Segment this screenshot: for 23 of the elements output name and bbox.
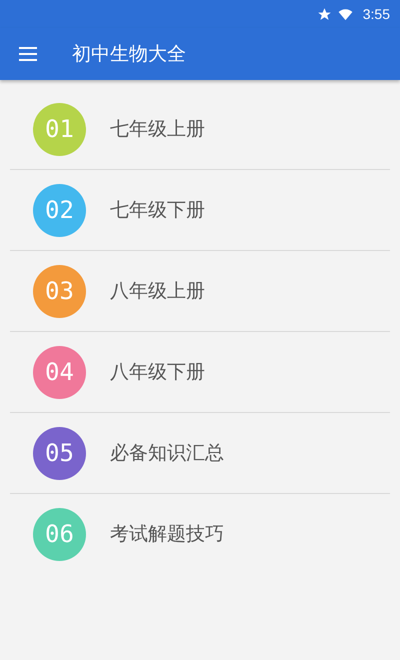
- item-label: 七年级上册: [110, 117, 205, 142]
- number-badge: 01: [33, 102, 86, 156]
- number-badge: 02: [33, 184, 86, 236]
- item-label: 八年级上册: [110, 279, 205, 304]
- number-badge: 03: [33, 264, 86, 318]
- list-item[interactable]: 02 七年级下册: [10, 170, 390, 251]
- star-icon: [316, 6, 332, 22]
- number-badge: 06: [33, 508, 86, 560]
- list-item[interactable]: 05 必备知识汇总: [10, 413, 390, 494]
- number-badge: 04: [33, 346, 86, 398]
- status-time: 3:55: [362, 6, 390, 22]
- item-label: 八年级下册: [110, 360, 205, 385]
- menu-icon[interactable]: [19, 47, 37, 61]
- item-label: 考试解题技巧: [110, 522, 224, 547]
- list-item[interactable]: 06 考试解题技巧: [10, 494, 390, 574]
- wifi-icon: [338, 6, 353, 22]
- item-label: 七年级下册: [110, 198, 205, 223]
- list-item[interactable]: 03 八年级上册: [10, 251, 390, 332]
- item-label: 必备知识汇总: [110, 441, 224, 466]
- list-item[interactable]: 01 七年级上册: [10, 89, 390, 170]
- number-badge: 05: [33, 426, 86, 480]
- list-item[interactable]: 04 八年级下册: [10, 332, 390, 413]
- app-title: 初中生物大全: [72, 42, 186, 67]
